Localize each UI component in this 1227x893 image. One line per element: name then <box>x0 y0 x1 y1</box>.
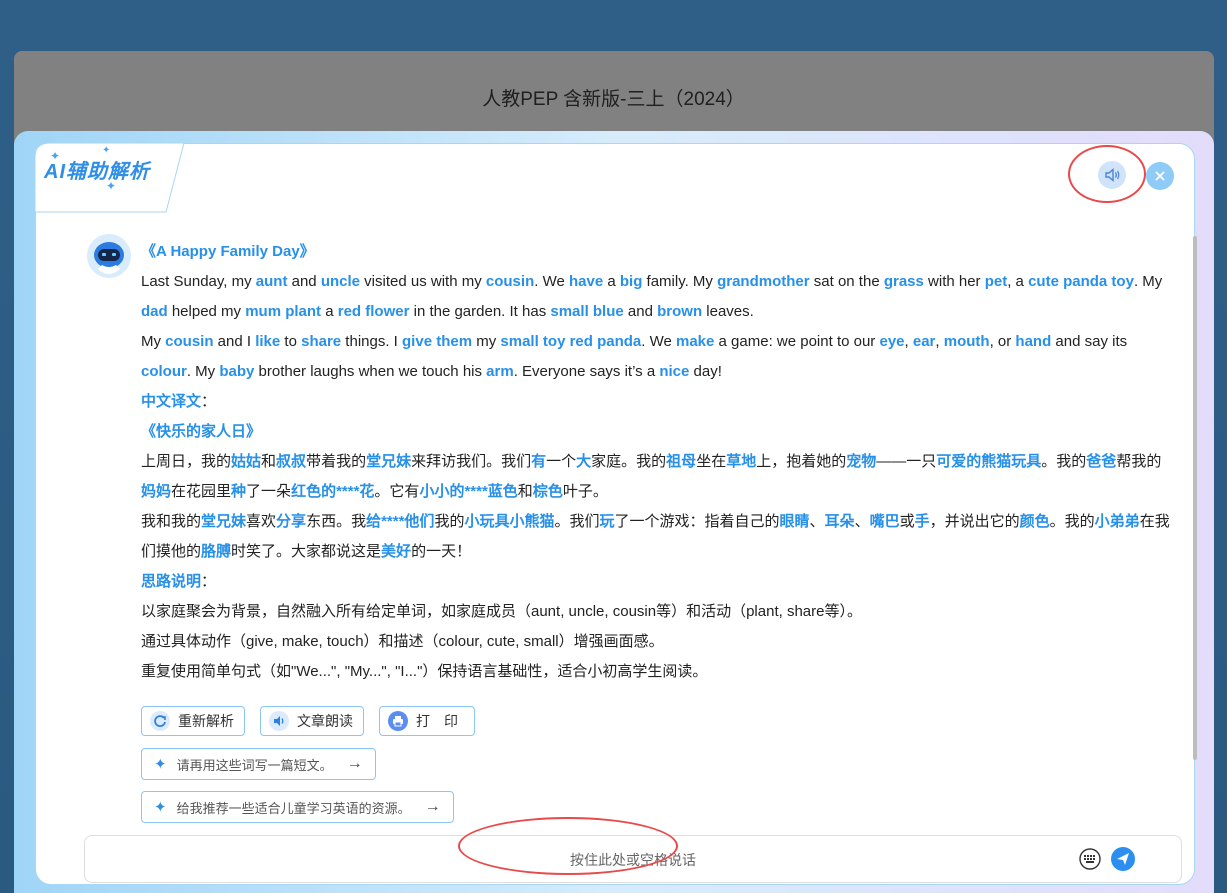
translation-title: 《快乐的家人日》 <box>141 423 262 440</box>
idea-heading: 思路说明： <box>141 573 217 590</box>
keyword-highlight: grass <box>883 273 924 290</box>
arrow-right-icon: → <box>424 798 441 815</box>
robot-avatar-icon <box>87 234 131 278</box>
keyword-highlight: colour <box>141 363 187 380</box>
article-title: 《A Happy Family Day》 <box>141 243 315 260</box>
keyword-highlight: 种 <box>231 483 247 500</box>
english-paragraph-2: My cousin and I like to share things. I … <box>141 333 1128 380</box>
keyword-highlight: 美好 <box>381 543 412 560</box>
keyword-highlight: brown <box>657 303 703 320</box>
keyword-highlight: 爸爸 <box>1086 453 1117 470</box>
keyword-highlight: 大 <box>576 453 592 470</box>
close-icon <box>1155 171 1165 181</box>
keyword-highlight: 可爱的熊猫玩具 <box>936 453 1042 470</box>
suggestion-chip[interactable]: ✦ 给我推荐一些适合儿童学习英语的资源。 → <box>141 791 454 823</box>
keyword-highlight: 宠物 <box>846 453 877 470</box>
keyword-highlight: share <box>301 333 342 350</box>
keyword-highlight: 眼睛 <box>779 513 810 530</box>
speaker-icon <box>269 711 289 731</box>
idea-item: 重复使用简单句式（如"We...", "My...", "I..."）保持语言基… <box>141 663 708 680</box>
keyword-highlight: small blue <box>550 303 624 320</box>
chinese-paragraph-2: 我和我的堂兄妹喜欢分享东西。我给****他们我的小玩具小熊猫。我们玩了一个游戏：… <box>141 513 1170 560</box>
sparkle-icon: ✦ <box>102 145 111 156</box>
english-paragraph-1: Last Sunday, my aunt and uncle visited u… <box>141 273 1163 320</box>
reanalyze-button[interactable]: 重新解析 <box>141 706 245 736</box>
idea-item: 通过具体动作（give, make, touch）和描述（colour, cut… <box>141 633 664 650</box>
keyword-highlight: cousin <box>165 333 214 350</box>
keyword-highlight: 堂兄妹 <box>366 453 412 470</box>
suggestion-chip[interactable]: ✦ 请再用这些词写一篇短文。 → <box>141 748 376 780</box>
keyword-highlight: 小弟弟 <box>1094 513 1140 530</box>
content-scrollbar[interactable] <box>1193 236 1197 760</box>
keyword-highlight: arm <box>486 363 514 380</box>
close-button[interactable] <box>1146 162 1174 190</box>
idea-item: 以家庭聚会为背景，自然融入所有给定单词，如家庭成员（aunt, uncle, c… <box>141 603 862 620</box>
keyword-highlight: grandmother <box>717 273 810 290</box>
keyword-highlight: 小玩具小熊猫 <box>464 513 555 530</box>
highlight-ring-voice-input <box>458 817 678 875</box>
keyword-highlight: cute panda toy <box>1028 273 1134 290</box>
keyword-highlight: 姑姑 <box>231 453 262 470</box>
keyword-highlight: mouth <box>943 333 990 350</box>
keyword-highlight: make <box>676 333 715 350</box>
keyword-highlight: 堂兄妹 <box>201 513 247 530</box>
keyword-highlight: 给****他们 <box>366 513 435 530</box>
sparkle-icon: ✦ <box>106 179 117 193</box>
analysis-content: 《A Happy Family Day》 Last Sunday, my aun… <box>141 237 1171 687</box>
paper-plane-icon <box>1117 853 1129 865</box>
keyword-highlight: cousin <box>485 273 535 290</box>
keyword-highlight: 妈妈 <box>141 483 172 500</box>
keyword-highlight: 小小的****蓝色 <box>419 483 518 500</box>
keyword-highlight: mum plant <box>245 303 322 320</box>
arrow-right-icon: → <box>346 755 363 772</box>
keyword-highlight: 草地 <box>726 453 757 470</box>
sparkle-icon: ✦ <box>50 149 61 163</box>
keyword-highlight: 祖母 <box>666 453 697 470</box>
keyword-highlight: ear <box>912 333 936 350</box>
ai-analysis-modal: 《A Happy Family Day》 Last Sunday, my aun… <box>14 131 1214 893</box>
keyword-highlight: uncle <box>320 273 361 290</box>
keyboard-icon[interactable] <box>1079 848 1101 870</box>
highlight-ring-speaker <box>1068 145 1146 203</box>
translation-heading: 中文译文： <box>141 393 217 410</box>
keyword-highlight: 胳膊 <box>201 543 232 560</box>
print-button[interactable]: 打 印 <box>379 706 475 736</box>
keyword-highlight: aunt <box>255 273 288 290</box>
read-aloud-button[interactable]: 文章朗读 <box>260 706 364 736</box>
keyword-highlight: 棕色 <box>532 483 563 500</box>
keyword-highlight: 颜色 <box>1019 513 1050 530</box>
keyword-highlight: dad <box>141 303 168 320</box>
keyword-highlight: 分享 <box>276 513 307 530</box>
keyword-highlight: give them <box>402 333 473 350</box>
keyword-highlight: 有 <box>531 453 547 470</box>
sparkle-icon: ✦ <box>154 799 167 816</box>
modal-panel: 《A Happy Family Day》 Last Sunday, my aun… <box>35 143 1197 885</box>
keyword-highlight: eye <box>879 333 905 350</box>
send-button[interactable] <box>1111 847 1135 871</box>
printer-icon <box>388 711 408 731</box>
keyword-highlight: red flower <box>337 303 410 320</box>
keyword-highlight: nice <box>659 363 690 380</box>
keyword-highlight: 手 <box>914 513 930 530</box>
keyword-highlight: small toy red panda <box>500 333 642 350</box>
keyword-highlight: 玩 <box>599 513 615 530</box>
action-row: 重新解析 文章朗读 打 印 <box>141 706 475 736</box>
chinese-paragraph-1: 上周日，我的姑姑和叔叔带着我的堂兄妹来拜访我们。我们有一个大家庭。我的祖母坐在草… <box>141 453 1162 500</box>
keyword-highlight: 红色的****花 <box>291 483 375 500</box>
keyword-highlight: 嘴巴 <box>869 513 900 530</box>
keyword-highlight: like <box>255 333 281 350</box>
keyword-highlight: hand <box>1015 333 1052 350</box>
refresh-icon <box>150 711 170 731</box>
sparkle-icon: ✦ <box>154 756 167 773</box>
keyword-highlight: pet <box>984 273 1008 290</box>
keyword-highlight: have <box>568 273 604 290</box>
keyword-highlight: big <box>619 273 643 290</box>
keyword-highlight: 叔叔 <box>276 453 307 470</box>
keyword-highlight: baby <box>219 363 255 380</box>
keyword-highlight: 耳朵 <box>824 513 855 530</box>
page-title: 人教PEP 含新版-三上（2024） <box>482 89 745 110</box>
